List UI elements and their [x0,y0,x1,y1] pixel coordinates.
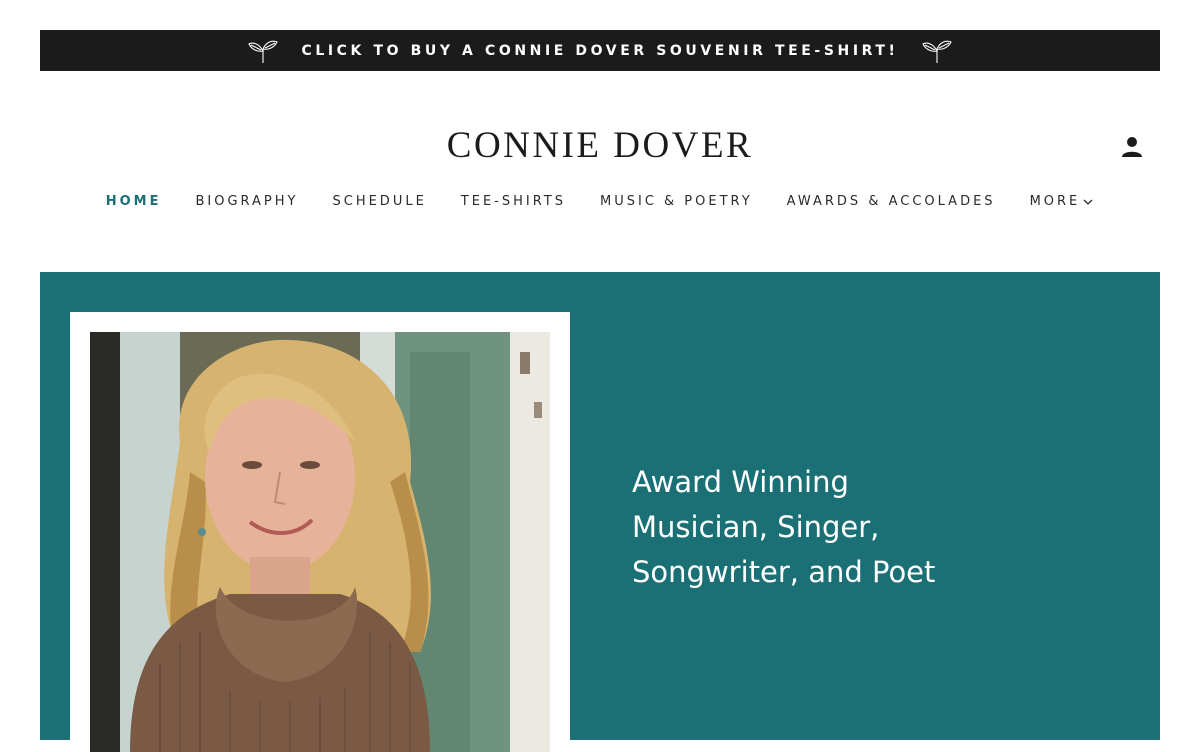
sprout-icon [248,40,279,63]
nav-item-more-label: MORE [1029,194,1081,209]
main-nav: HOME BIOGRAPHY SCHEDULE TEE-SHIRTS MUSIC… [0,194,1200,209]
sprout-icon [921,40,952,63]
tagline-line: Musician, Singer, [632,510,880,544]
nav-item-home[interactable]: HOME [106,194,162,209]
nav-item-awards-accolades[interactable]: AWARDS & ACCOLADES [787,194,996,209]
tagline-line: Award Winning [632,465,849,499]
nav-item-biography[interactable]: BIOGRAPHY [195,194,298,209]
site-title[interactable]: CONNIE DOVER [0,124,1200,167]
announcement-bar[interactable]: CLICK TO BUY A CONNIE DOVER SOUVENIR TEE… [40,30,1160,71]
hero-section: Award Winning Musician, Singer, Songwrit… [40,272,1160,752]
chevron-down-icon [1083,199,1093,205]
hero-tagline: Award Winning Musician, Singer, Songwrit… [632,460,1012,595]
portrait-photo [90,332,550,752]
person-icon[interactable] [1119,134,1145,160]
nav-item-schedule[interactable]: SCHEDULE [332,194,426,209]
tagline-line: Songwriter, and Poet [632,555,936,589]
announcement-text[interactable]: CLICK TO BUY A CONNIE DOVER SOUVENIR TEE… [301,43,898,59]
nav-item-tee-shirts[interactable]: TEE-SHIRTS [461,194,566,209]
photo-frame [70,312,570,752]
nav-item-more[interactable]: MORE [1030,194,1095,209]
nav-item-music-poetry[interactable]: MUSIC & POETRY [600,194,753,209]
